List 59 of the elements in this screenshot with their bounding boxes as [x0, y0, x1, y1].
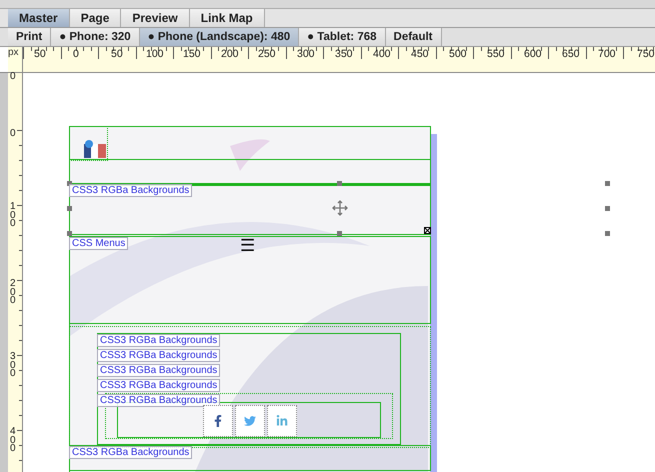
view-tab[interactable]: Link Map: [190, 9, 265, 27]
ruler-label: 500: [449, 49, 467, 60]
ruler-label: 700: [598, 49, 616, 60]
element-label: CSS3 RGBa Backgrounds: [69, 446, 192, 459]
element-label: CSS3 RGBa Backgrounds: [97, 349, 220, 362]
move-icon[interactable]: [332, 200, 348, 216]
ruler-label: 750: [637, 49, 655, 60]
flag-icon: [84, 140, 106, 158]
resize-handle[interactable]: [67, 206, 72, 211]
close-icon[interactable]: [424, 227, 431, 234]
view-tab[interactable]: Preview: [121, 9, 190, 27]
element-label: CSS3 RGBa Backgrounds: [97, 334, 220, 347]
breakpoint-tab[interactable]: Default: [386, 28, 442, 46]
element-label: CSS3 RGBa Backgrounds: [97, 379, 220, 392]
social-button[interactable]: [203, 405, 233, 437]
resize-handle[interactable]: [67, 231, 72, 236]
ruler-label: 300: [10, 353, 17, 378]
ruler-label: 550: [487, 49, 505, 60]
element-label: CSS3 RGBa Backgrounds: [97, 364, 220, 377]
resize-handle[interactable]: [605, 181, 610, 186]
ruler-label: 0: [10, 130, 17, 138]
element-label: CSS3 RGBa Backgrounds: [97, 394, 220, 407]
resize-handle[interactable]: [337, 231, 342, 236]
breakpoint-tab[interactable]: Print: [8, 28, 52, 46]
ruler-label: 200: [221, 49, 239, 60]
ruler-label: 0: [10, 73, 17, 82]
ruler-label: 350: [335, 49, 353, 60]
ruler-label: 650: [562, 49, 580, 60]
ruler-label: 100: [146, 49, 164, 60]
resize-handle[interactable]: [605, 206, 610, 211]
ruler-label: 150: [183, 49, 201, 60]
breakpoint-tab[interactable]: ● Phone (Landscape): 480: [140, 28, 300, 46]
breakpoint-tab[interactable]: ● Tablet: 768: [299, 28, 386, 46]
social-button[interactable]: [267, 405, 297, 437]
ruler-label: 300: [297, 49, 315, 60]
element-label: CSS Menus: [69, 237, 128, 250]
social-icon: [244, 415, 256, 427]
ruler-label: 50: [111, 49, 123, 60]
view-tab[interactable]: Page: [70, 9, 122, 27]
ruler-label: 250: [258, 49, 276, 60]
swoosh-shape: [230, 139, 270, 171]
ruler-label: 200: [10, 280, 17, 306]
resize-handle[interactable]: [605, 231, 610, 236]
ruler-label: 450: [411, 49, 429, 60]
social-button[interactable]: [235, 405, 265, 437]
ruler-label: 100: [10, 203, 17, 228]
ruler-label: 600: [524, 49, 542, 60]
ruler-label: 50: [34, 49, 46, 60]
resize-handle[interactable]: [337, 181, 342, 186]
ruler-label: 400: [10, 428, 17, 454]
social-icon: [276, 415, 288, 427]
element-label: CSS3 RGBa Backgrounds: [69, 184, 192, 197]
ruler-unit: px: [8, 47, 19, 58]
ruler-label: 400: [373, 49, 391, 60]
view-tab[interactable]: Master: [8, 9, 70, 27]
menu-icon[interactable]: ☰: [240, 237, 255, 254]
ruler-label: 0: [73, 49, 79, 60]
breakpoint-tab[interactable]: ● Phone: 320: [51, 28, 140, 46]
social-icon: [212, 415, 224, 427]
